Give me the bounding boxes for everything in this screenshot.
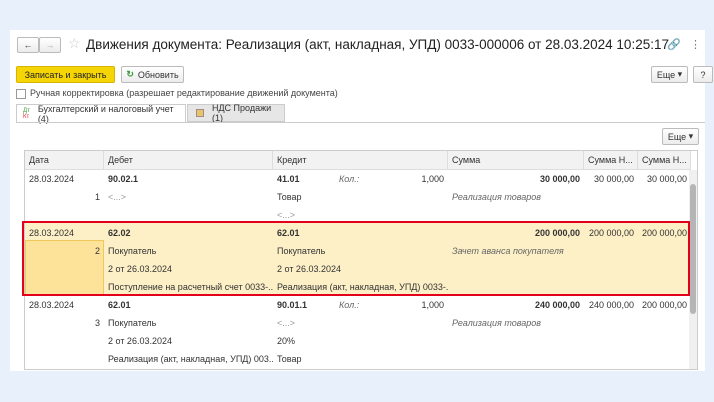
save-and-close-button[interactable]: Записать и закрыть [16,66,115,83]
manual-correction-label: Ручная корректировка (разрешает редактир… [30,88,338,98]
column-header-sum-n1[interactable]: Сумма Н... [584,151,638,170]
refresh-icon: ↻ [126,69,134,79]
arrow-right-icon: → [45,40,55,50]
tab-label: НДС Продажи (1) [211,103,272,123]
debit-cell: 62.01 [108,300,131,310]
content-cell: Реализация товаров [452,318,541,328]
debit-cell: Реализация (акт, накладная, УПД) 003... [108,354,273,364]
tab-vat-sales[interactable]: НДС Продажи (1) [187,103,285,123]
sum-n1-cell: 240 000,00 [588,300,634,310]
row-number: 1 [94,192,100,202]
credit-cell: 90.01.1 [277,300,308,310]
grid-more-button[interactable]: Еще ▾ [662,128,699,145]
refresh-label: Обновить [137,69,179,80]
quantity-value: 1,000 [421,174,444,184]
tab-label: Бухгалтерский и налоговый учет (4) [37,104,174,124]
dt-kt-icon: Дт Кт [23,108,30,120]
sum-n2-cell: 200 000,00 [642,300,688,310]
debit-cell: <...> [108,192,127,202]
credit-cell: 41.01 [277,174,300,184]
column-header-sum-n2[interactable]: Сумма Н... [638,151,691,170]
date-cell: 28.03.2024 [29,300,75,310]
scrollbar[interactable] [689,170,697,369]
grid-more-label: Еще [667,131,687,142]
refresh-button[interactable]: ↻ Обновить [121,66,184,83]
register-icon [196,109,204,117]
debit-cell: Покупатель [108,318,157,328]
quantity-label: Кол.: [339,174,360,184]
column-header-debit[interactable]: Дебет [104,151,273,170]
date-cell: 28.03.2024 [29,174,75,184]
tab-accounting[interactable]: Дт Кт Бухгалтерский и налоговый учет (4) [16,104,186,124]
quantity-value: 1,000 [421,300,444,310]
sum-n2-cell: 30 000,00 [646,174,687,184]
more-button[interactable]: Еще ▾ [651,66,688,83]
arrow-left-icon: ← [23,40,33,50]
sum-cell: 240 000,00 [534,300,580,310]
sum-cell: 30 000,00 [539,174,580,184]
column-header-date[interactable]: Дата [25,151,104,170]
forward-button[interactable]: → [39,37,61,53]
quantity-label: Кол.: [339,300,360,310]
debit-cell: 90.02.1 [108,174,139,184]
column-header-credit[interactable]: Кредит [273,151,448,170]
tab-divider [16,122,705,123]
credit-cell: Товар [277,354,302,364]
credit-cell: <...> [277,318,296,328]
scrollbar-thumb[interactable] [690,184,696,314]
credit-cell: Товар [277,192,302,202]
debit-cell: 2 от 26.03.2024 [108,336,172,346]
row-number: 3 [94,318,100,328]
back-button[interactable]: ← [17,37,39,53]
more-vertical-icon[interactable]: ⋮ [690,38,701,51]
sum-n1-cell: 30 000,00 [593,174,634,184]
manual-correction-checkbox[interactable] [16,89,26,99]
column-header-sum[interactable]: Сумма [448,151,584,170]
page-title: Движения документа: Реализация (акт, нак… [86,37,669,52]
highlight-frame [22,221,690,296]
link-icon[interactable]: 🔗 [667,38,681,51]
more-label: Еще [656,69,676,80]
content-cell: Реализация товаров [452,192,541,202]
help-button[interactable]: ? [693,66,713,83]
star-icon[interactable]: ☆ [68,35,81,52]
credit-cell: 20% [277,336,296,346]
